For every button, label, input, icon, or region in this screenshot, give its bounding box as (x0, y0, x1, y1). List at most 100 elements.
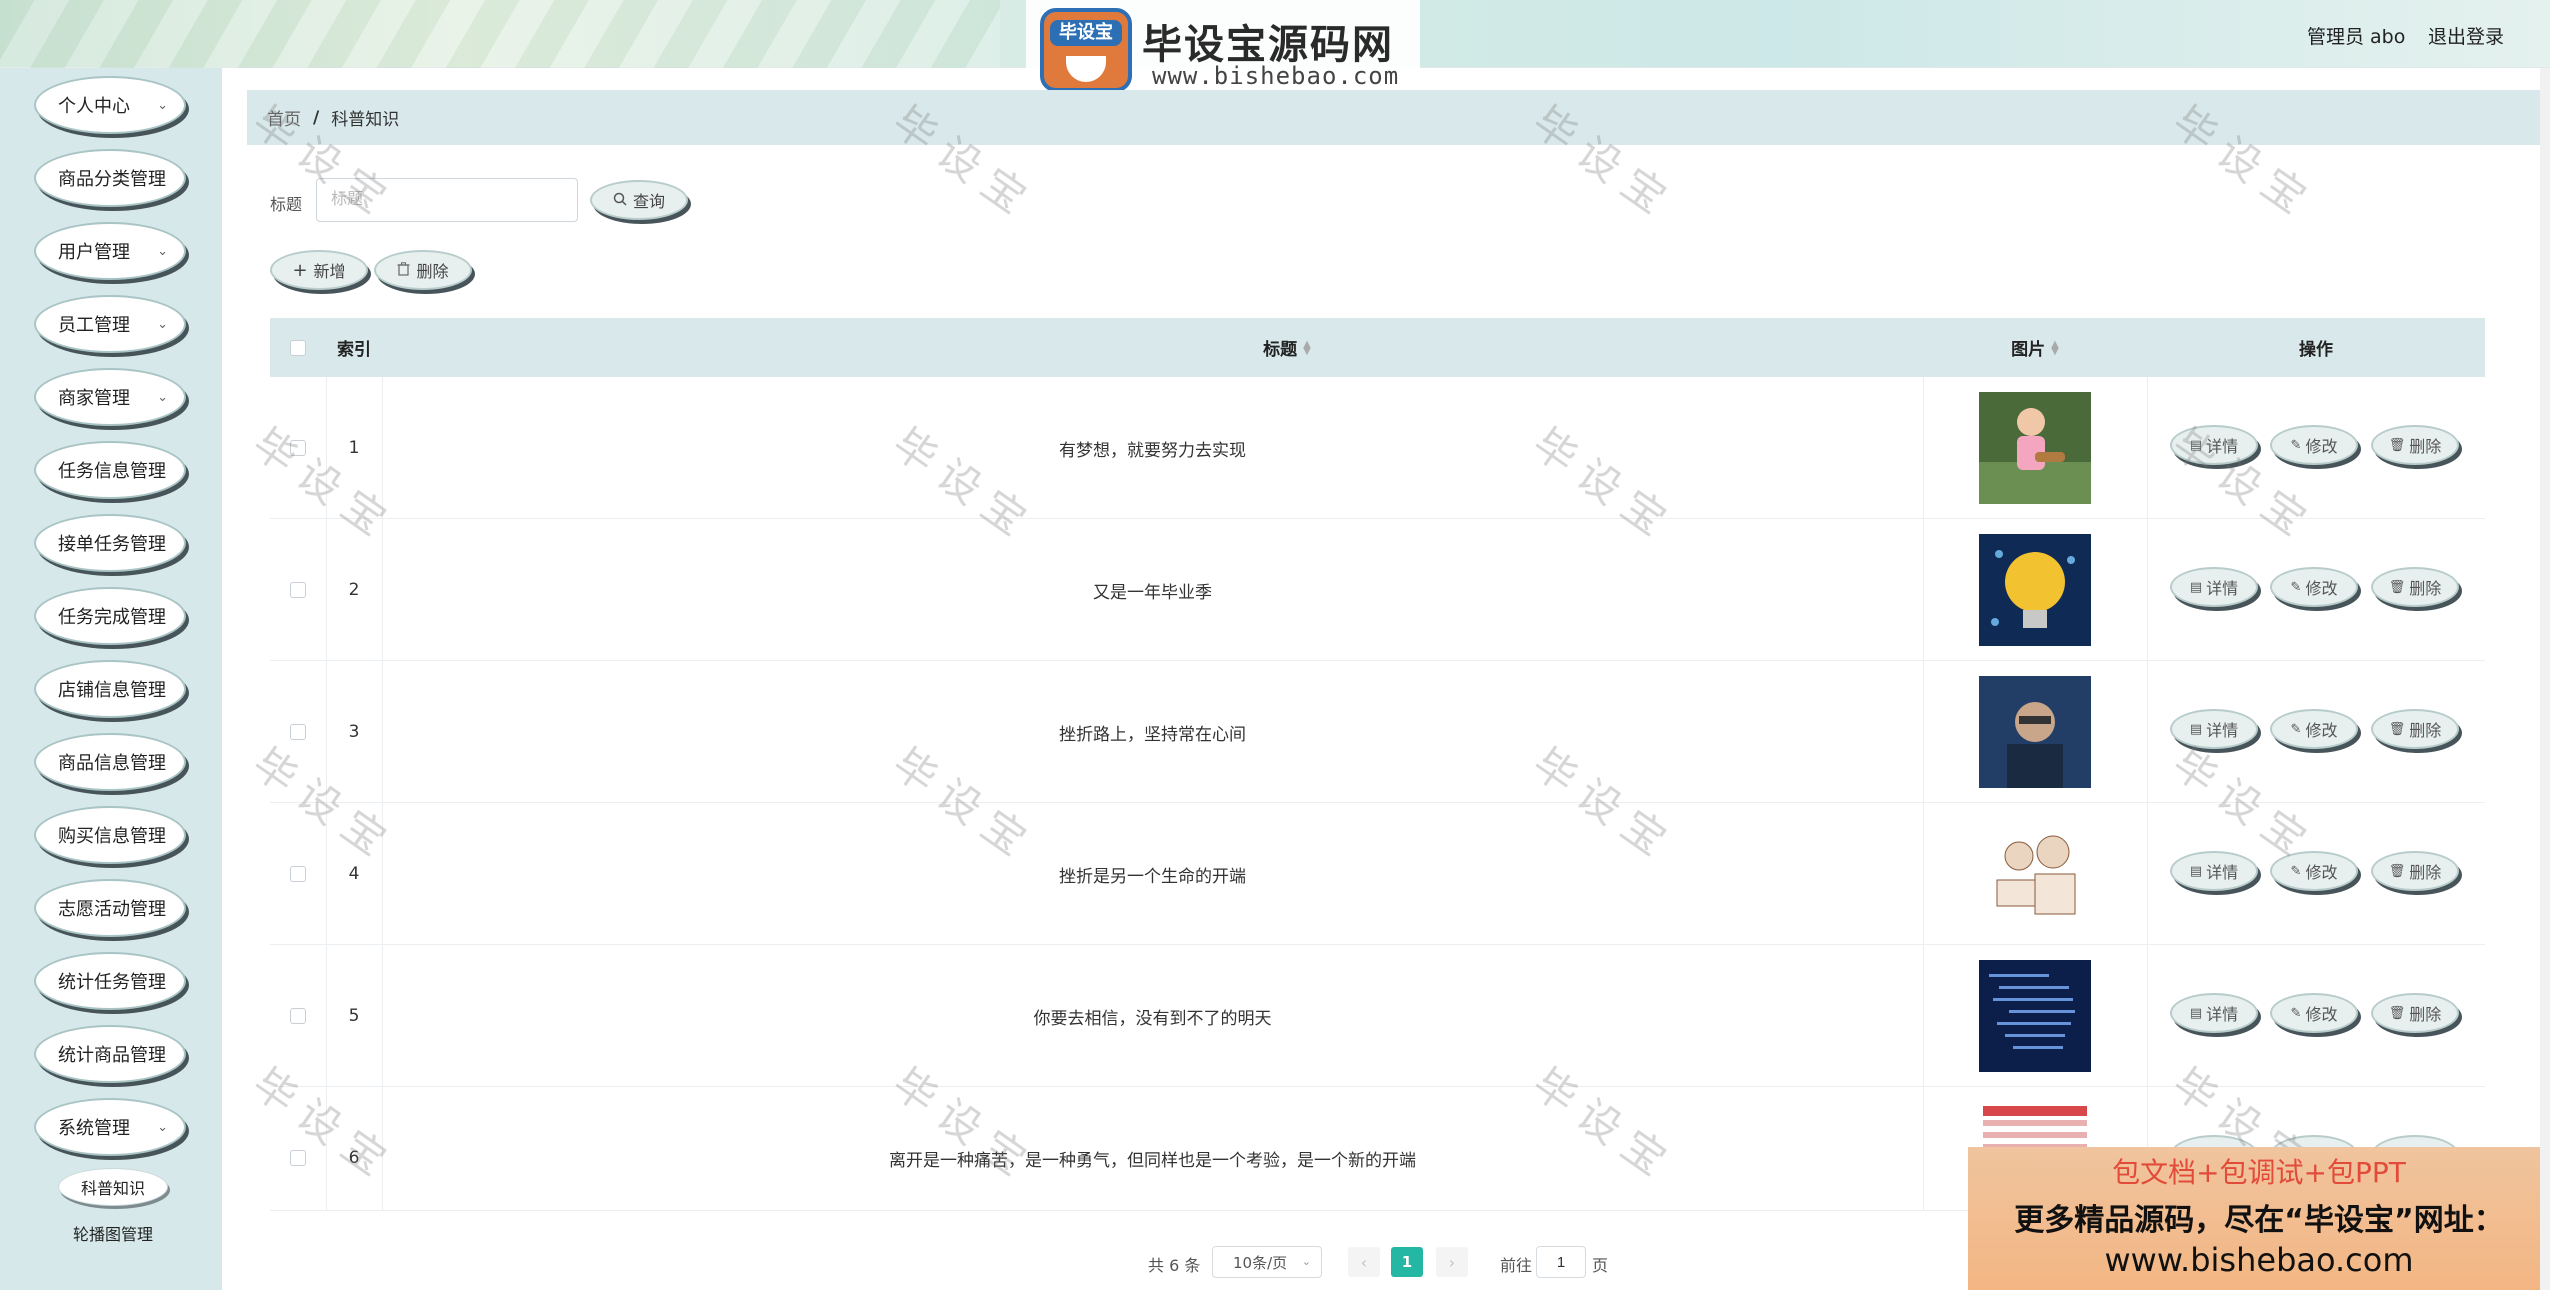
current-page-button[interactable]: 1 (1391, 1247, 1423, 1277)
sidebar-item[interactable]: 系统管理 ⌄ (34, 1098, 186, 1156)
sidebar-item[interactable]: 志愿活动管理 (34, 879, 186, 937)
row-index: 6 (348, 1148, 360, 1168)
row-checkbox[interactable] (290, 724, 306, 740)
sidebar-item[interactable]: 购买信息管理 (34, 806, 186, 864)
row-title: 你要去相信，没有到不了的明天 (1033, 1008, 1272, 1029)
row-thumbnail[interactable] (1979, 534, 2091, 646)
column-header-image-label: 图片 (2011, 340, 2046, 360)
select-all-cell (270, 318, 326, 377)
row-select-cell (270, 1087, 326, 1229)
sidebar-item[interactable]: 任务完成管理 (34, 587, 186, 645)
detail-button[interactable]: ▤详情 (2170, 993, 2258, 1033)
trash-icon: 🗑 (2388, 437, 2406, 453)
breadcrumb-home[interactable]: 首页 (267, 105, 301, 130)
document-icon: ▤ (2189, 863, 2203, 879)
edit-button[interactable]: ✎修改 (2270, 567, 2358, 607)
row-checkbox[interactable] (290, 1150, 306, 1166)
row-checkbox[interactable] (290, 440, 306, 456)
detail-button-label: 详情 (2206, 437, 2239, 456)
row-thumbnail[interactable] (1979, 960, 2091, 1072)
pencil-icon: ✎ (2290, 1005, 2302, 1021)
row-checkbox[interactable] (290, 1008, 306, 1024)
page-size-select[interactable]: 10条/页 ⌄ (1212, 1246, 1322, 1278)
detail-button[interactable]: ▤详情 (2170, 851, 2258, 891)
admin-label: 管理员 abo (2307, 26, 2406, 48)
sidebar-item[interactable]: 员工管理 ⌄ (34, 295, 186, 353)
next-page-button[interactable]: › (1436, 1247, 1468, 1277)
sort-icon[interactable]: ▲ ▼ (2051, 339, 2059, 356)
batch-delete-button[interactable]: 删除 (374, 250, 472, 290)
row-checkbox[interactable] (290, 582, 306, 598)
detail-button-label: 详情 (2206, 579, 2239, 598)
chevron-down-icon: ⌄ (157, 98, 168, 113)
select-all-checkbox[interactable] (290, 339, 306, 356)
promo-line-3: www.bishebao.com (2104, 1241, 2414, 1279)
sidebar-item-label: 商品分类管理 (58, 169, 166, 190)
edit-button[interactable]: ✎修改 (2270, 993, 2358, 1033)
prev-page-button[interactable]: ‹ (1348, 1247, 1380, 1277)
edit-button-label: 修改 (2305, 863, 2338, 882)
edit-button[interactable]: ✎修改 (2270, 851, 2358, 891)
search-title-input[interactable] (316, 178, 578, 222)
goto-page-input[interactable] (1536, 1246, 1586, 1278)
add-button[interactable]: + 新增 (270, 250, 368, 290)
row-index: 1 (348, 438, 360, 458)
sidebar-item[interactable]: 商家管理 ⌄ (34, 368, 186, 426)
plus-icon: + (292, 259, 308, 281)
query-button[interactable]: 查询 (590, 180, 688, 220)
delete-button[interactable]: 🗑删除 (2371, 709, 2459, 749)
edit-button[interactable]: ✎修改 (2270, 709, 2358, 749)
edit-button-label: 修改 (2305, 721, 2338, 740)
column-header-title[interactable]: 标题 ▲ ▼ (382, 318, 2192, 377)
delete-button[interactable]: 🗑删除 (2371, 567, 2459, 607)
detail-button[interactable]: ▤详情 (2170, 567, 2258, 607)
sidebar-item[interactable]: 接单任务管理 (34, 514, 186, 572)
delete-button[interactable]: 🗑删除 (2371, 993, 2459, 1033)
sidebar-item[interactable]: 统计商品管理 (34, 1025, 186, 1083)
sidebar-item[interactable]: 商品信息管理 (34, 733, 186, 791)
sidebar-item-label: 任务信息管理 (58, 461, 166, 482)
row-index: 4 (348, 864, 360, 884)
pencil-icon: ✎ (2290, 437, 2302, 453)
sidebar-item-label: 员工管理 (58, 315, 130, 336)
chevron-down-icon: ⌄ (1301, 1255, 1311, 1268)
column-header-image[interactable]: 图片 ▲ ▼ (1923, 318, 2147, 377)
edit-button-label: 修改 (2305, 437, 2338, 456)
sidebar-item[interactable]: 商品分类管理 (34, 149, 186, 207)
sidebar-item[interactable]: 店铺信息管理 (34, 660, 186, 718)
document-icon: ▤ (2189, 721, 2203, 737)
edit-button[interactable]: ✎修改 (2270, 425, 2358, 465)
chevron-right-icon: › (1448, 1252, 1456, 1272)
delete-button[interactable]: 🗑删除 (2371, 425, 2459, 465)
row-image-cell (1923, 945, 2147, 1087)
row-thumbnail[interactable] (1979, 818, 2091, 930)
document-icon: ▤ (2189, 1005, 2203, 1021)
row-index: 3 (348, 722, 360, 742)
pencil-icon: ✎ (2290, 721, 2302, 737)
detail-button[interactable]: ▤详情 (2170, 709, 2258, 749)
sidebar-item[interactable]: 任务信息管理 (34, 441, 186, 499)
table-header: 索引 标题 ▲ ▼ 图片 ▲ ▼ 操作 (270, 318, 2485, 377)
sidebar-item[interactable]: 个人中心 ⌄ (34, 76, 186, 134)
page-suffix: 页 (1592, 1256, 1609, 1275)
sidebar-item-label: 统计任务管理 (58, 972, 166, 993)
sidebar-subitem[interactable]: 轮播图管理 (58, 1214, 168, 1252)
row-checkbox[interactable] (290, 866, 306, 882)
row-thumbnail[interactable] (1979, 392, 2091, 504)
sidebar-subitem[interactable]: 科普知识 (58, 1168, 168, 1206)
add-button-label: 新增 (313, 262, 346, 281)
logout-link[interactable]: 退出登录 (2428, 22, 2504, 49)
page-scrollbar[interactable] (2540, 68, 2550, 1290)
delete-button[interactable]: 🗑删除 (2371, 851, 2459, 891)
chevron-down-icon: ⌄ (157, 390, 168, 405)
delete-button-label: 删除 (2409, 579, 2442, 598)
sidebar-item[interactable]: 用户管理 ⌄ (34, 222, 186, 280)
sidebar-item-label: 用户管理 (58, 242, 130, 263)
sidebar-item[interactable]: 统计任务管理 (34, 952, 186, 1010)
sidebar-item-label: 统计商品管理 (58, 1045, 166, 1066)
trash-icon: 🗑 (2388, 863, 2406, 879)
chevron-down-icon: ⌄ (157, 317, 168, 332)
detail-button[interactable]: ▤详情 (2170, 425, 2258, 465)
row-thumbnail[interactable] (1979, 676, 2091, 788)
sort-icon[interactable]: ▲ ▼ (1303, 339, 1311, 356)
